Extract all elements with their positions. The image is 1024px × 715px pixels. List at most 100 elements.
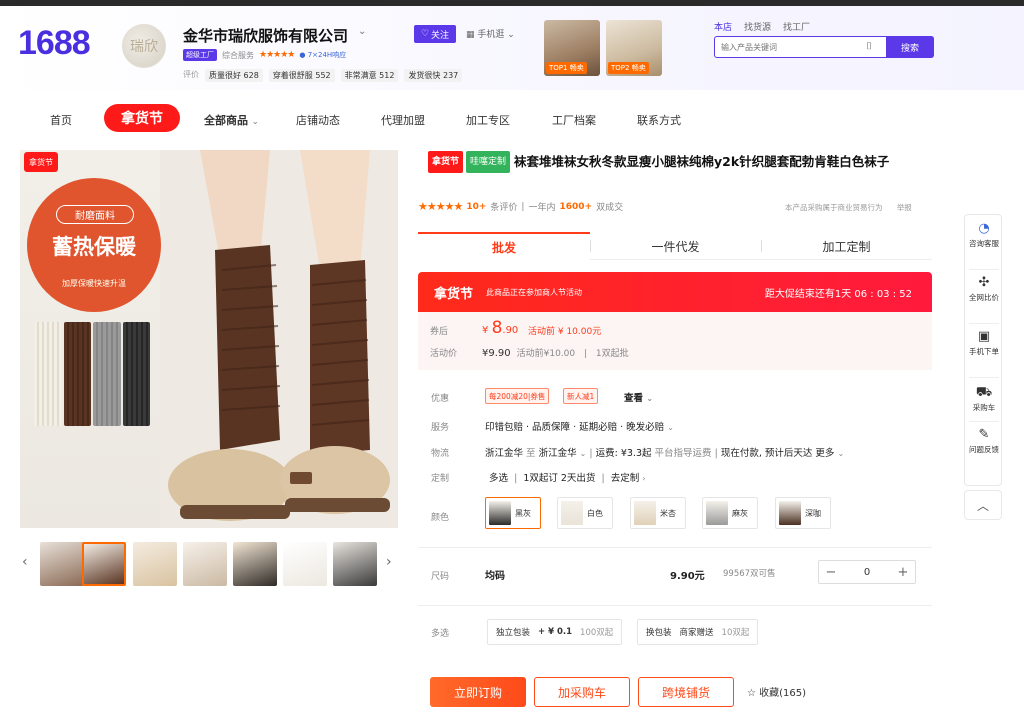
back-to-top-button[interactable]: ︿ xyxy=(964,490,1002,520)
top-product-1[interactable]: TOP1 畅卖 xyxy=(544,20,600,76)
chevron-left-icon[interactable]: ‹ xyxy=(22,554,28,570)
thumbnail[interactable] xyxy=(82,542,126,586)
tab-dropship[interactable]: 一件代发 xyxy=(590,232,761,260)
options-label: 多选 xyxy=(431,629,450,639)
discount-label: 优惠 xyxy=(431,394,450,404)
side-customer-service[interactable]: ◔ 咨询客服 xyxy=(965,221,1003,249)
more-logistics-link[interactable]: 更多 xyxy=(815,448,834,459)
follow-button[interactable]: ♡ 关注 xyxy=(414,25,456,43)
search-tab-store[interactable]: 本店 xyxy=(714,20,732,33)
follow-label: 关注 xyxy=(431,30,450,41)
search-input[interactable] xyxy=(721,40,861,54)
side-label: 问题反馈 xyxy=(969,445,999,454)
custom-tag: 哇噻定制 xyxy=(466,151,511,173)
nav-agency[interactable]: 代理加盟 xyxy=(381,112,425,128)
circle-caption: 加厚保暖快速升温 xyxy=(62,279,126,288)
color-swatch xyxy=(634,501,656,525)
tab-wholesale[interactable]: 批发 xyxy=(418,232,590,260)
thumbnail[interactable] xyxy=(283,542,327,586)
ship-to[interactable]: 浙江金华 xyxy=(539,448,577,459)
report-link[interactable]: 举报 xyxy=(897,203,912,212)
nav-contact[interactable]: 联系方式 xyxy=(637,112,681,128)
thumbnail[interactable] xyxy=(133,542,177,586)
side-mobile-order[interactable]: ▣ 手机下单 xyxy=(965,329,1003,357)
rating-tag[interactable]: 非常满意 512 xyxy=(340,69,399,82)
nav-store-news[interactable]: 店铺动态 xyxy=(296,112,340,128)
camera-icon[interactable]: ⌷ xyxy=(866,41,872,52)
search-box: ⌷ 搜索 xyxy=(714,36,934,58)
side-feedback[interactable]: ✎ 问题反馈 xyxy=(965,427,1003,455)
quantity-plus-button[interactable]: + xyxy=(891,565,915,580)
nav-processing[interactable]: 加工专区 xyxy=(466,112,510,128)
mobile-label: 手机逛 xyxy=(477,30,505,40)
color-option-white[interactable]: 白色 xyxy=(557,497,613,529)
add-to-cart-button[interactable]: 加采购车 xyxy=(534,677,630,707)
service-guarantees[interactable]: 印错包赔 · 品质保障 · 延期必赔 · 晚发必赔 ⌄ xyxy=(485,419,674,433)
option-individual-pack[interactable]: 独立包装 + ¥ 0.1 100双起 xyxy=(487,619,623,645)
side-divider xyxy=(969,323,999,324)
coupon-badge[interactable]: 新人减1 xyxy=(563,388,599,404)
chevron-down-icon[interactable]: ⌄ xyxy=(358,26,366,37)
purchase-mode-tabs: 批发 一件代发 加工定制 xyxy=(418,232,932,260)
service-stars: ★★★★★ xyxy=(259,50,295,60)
color-swatch xyxy=(706,501,728,525)
thumbnail[interactable] xyxy=(333,542,377,586)
site-logo[interactable]: 1688 xyxy=(18,24,91,63)
color-name: 白色 xyxy=(587,508,603,518)
chevron-right-icon[interactable]: › xyxy=(642,474,645,483)
search-tab-factory[interactable]: 找工厂 xyxy=(783,20,810,33)
color-option-heather-gray[interactable]: 麻灰 xyxy=(702,497,758,529)
color-swatch xyxy=(489,501,511,525)
search-button[interactable]: 搜索 xyxy=(886,36,934,58)
shop-avatar[interactable]: 瑞欣 xyxy=(122,24,166,68)
nav-home[interactable]: 首页 xyxy=(50,112,72,128)
color-option-beige[interactable]: 米杏 xyxy=(630,497,686,529)
nav-all-products[interactable]: 全部商品 ⌄ xyxy=(204,112,259,128)
reviews-count[interactable]: 10+ xyxy=(466,202,486,212)
rating-tag[interactable]: 质量很好 628 xyxy=(205,69,263,82)
color-option-black-gray[interactable]: 黑灰 xyxy=(485,497,541,529)
color-option-dark-coffee[interactable]: 深咖 xyxy=(775,497,831,529)
promo-banner-logo: 拿货节 xyxy=(434,287,474,302)
thumbnail[interactable] xyxy=(40,542,84,586)
go-custom-link[interactable]: 去定制 xyxy=(611,473,640,484)
mobile-shop-link[interactable]: ▦ 手机逛 ⌄ xyxy=(466,27,515,40)
option-name: 换包装 xyxy=(646,628,672,638)
nav-factory-profile[interactable]: 工厂档案 xyxy=(552,112,596,128)
chevron-right-icon[interactable]: › xyxy=(386,554,392,570)
rating-tag[interactable]: 穿着很舒服 552 xyxy=(268,69,335,82)
chevron-down-icon[interactable]: ⌄ xyxy=(837,449,844,458)
activity-price: ¥9.90 活动前¥10.00 | 1双起批 xyxy=(482,346,629,359)
quantity-input[interactable]: 0 xyxy=(843,567,891,578)
thumbnail[interactable] xyxy=(183,542,227,586)
top-product-2[interactable]: TOP2 畅卖 xyxy=(606,20,662,76)
star-icon: ☆ xyxy=(747,688,756,699)
thumbnail[interactable] xyxy=(233,542,277,586)
search-scope-tabs: 本店 找货源 找工厂 xyxy=(714,20,810,33)
side-price-compare[interactable]: ✣ 全网比价 xyxy=(965,275,1003,303)
quantity-minus-button[interactable]: − xyxy=(819,565,843,580)
buy-now-button[interactable]: 立即订购 xyxy=(430,677,526,707)
promo-banner-message: 此商品正在参加商人节活动 xyxy=(486,288,582,297)
nav-promo-festival[interactable]: 拿货节 xyxy=(104,104,180,132)
view-coupons-link[interactable]: 查看 ⌄ xyxy=(624,390,653,404)
favorite-label: 收藏(165) xyxy=(759,688,807,699)
option-price: + ¥ 0.1 xyxy=(538,627,573,637)
shop-name[interactable]: 金华市瑞欣服饰有限公司 xyxy=(183,25,348,46)
color-swatch xyxy=(779,501,801,525)
color-name: 深咖 xyxy=(805,508,821,518)
search-tab-source[interactable]: 找货源 xyxy=(744,20,771,33)
tab-custom[interactable]: 加工定制 xyxy=(761,232,932,260)
favorite-button[interactable]: ☆ 收藏(165) xyxy=(747,684,806,699)
chevron-down-icon[interactable]: ⌄ xyxy=(580,449,587,458)
custom-label: 定制 xyxy=(431,474,450,484)
side-cart[interactable]: ⛟ 采购车 xyxy=(965,385,1003,413)
option-repack[interactable]: 换包装 商家赠送 10双起 xyxy=(637,619,759,645)
rating-tag[interactable]: 发货很快 237 xyxy=(404,69,463,82)
sep: | xyxy=(601,473,605,484)
year-label: 一年内 xyxy=(528,203,556,213)
reviews-label[interactable]: 条评价 xyxy=(490,200,517,213)
coupon-badge[interactable]: 每200减20|券售 xyxy=(485,388,550,404)
freight-label: 运费: xyxy=(595,448,618,459)
cross-border-button[interactable]: 跨境铺货 xyxy=(638,677,734,707)
